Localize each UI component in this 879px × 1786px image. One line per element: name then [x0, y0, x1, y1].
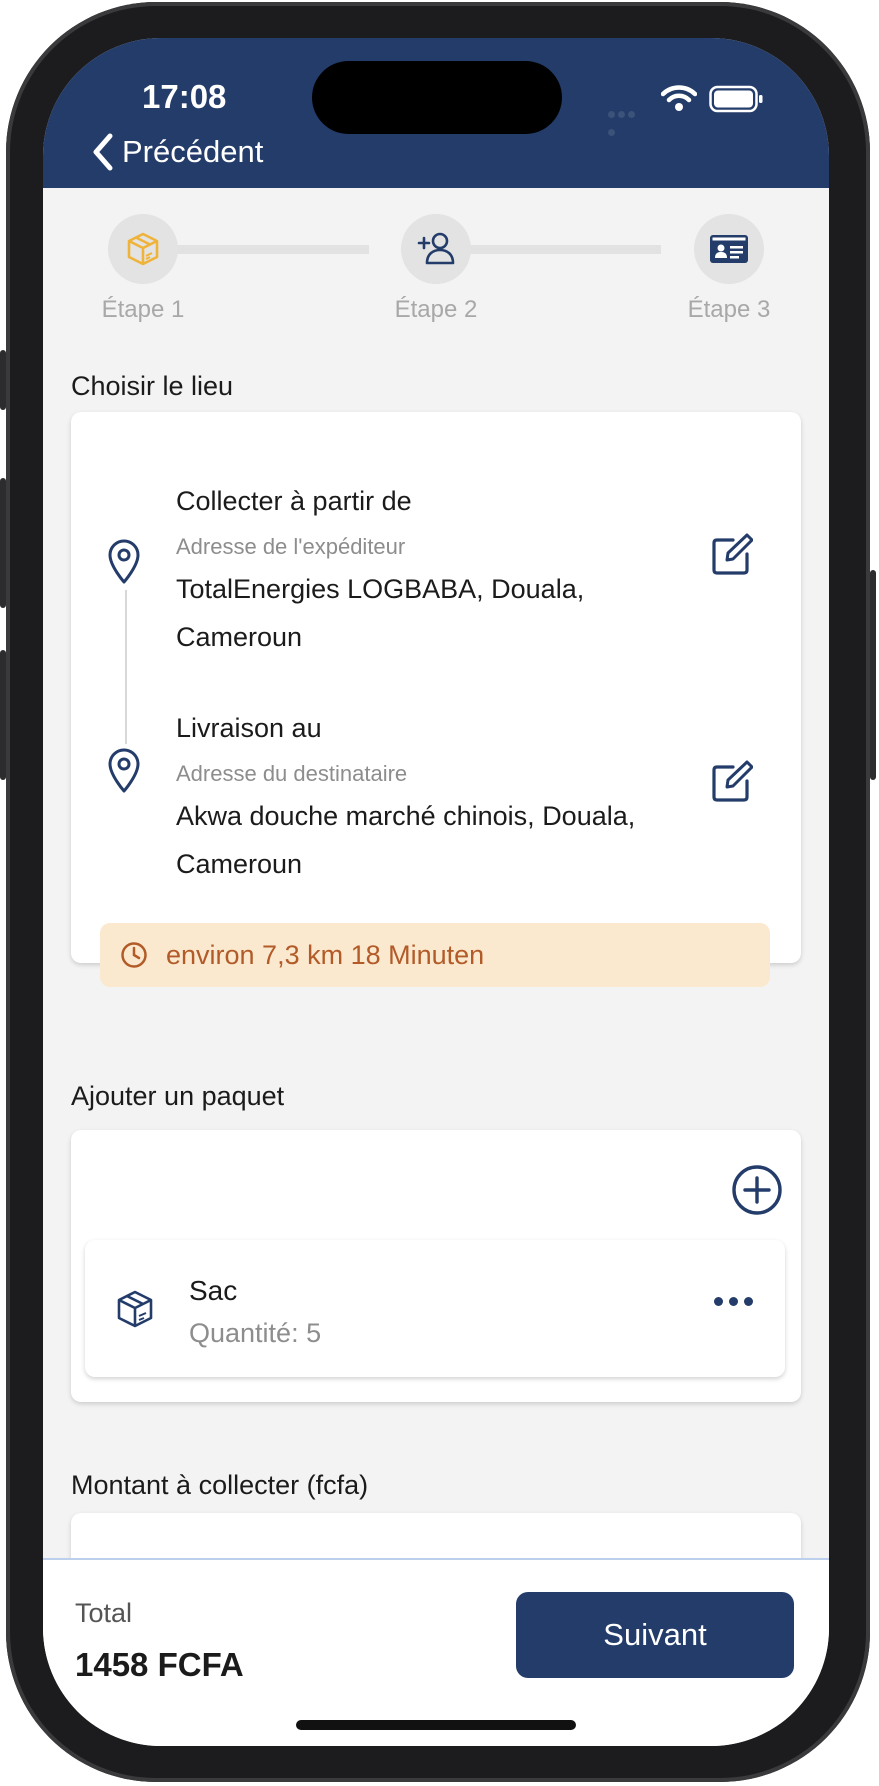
eta-text: environ 7,3 km 18 Minuten: [166, 939, 485, 970]
home-indicator: [296, 1720, 576, 1730]
pickup-subtitle: Adresse de l'expéditeur: [176, 534, 406, 559]
pickup-address: TotalEnergies LOGBABA, Douala, Cameroun: [176, 574, 585, 652]
back-label: Précédent: [122, 134, 264, 169]
dynamic-island: [312, 61, 562, 134]
location-card: Collecter à partir de Adresse de l'expéd…: [71, 412, 801, 987]
step-3-indicator[interactable]: [694, 214, 764, 284]
delivery-pin-icon: [108, 748, 140, 793]
battery-icon: [709, 85, 763, 113]
package-list-item[interactable]: Sac Quantité: 5: [85, 1240, 785, 1377]
back-button[interactable]: Précédent: [88, 126, 263, 178]
package-card: Sac Quantité: 5: [71, 1130, 801, 1402]
cellular-signal-icon: [608, 105, 646, 136]
route-connector-line: [125, 590, 127, 744]
total-label: Total: [75, 1598, 133, 1628]
edit-pickup-icon[interactable]: [711, 532, 753, 576]
app-screen: 17:08 Précédent Étape 1 Étape 2 Étape 3 …: [43, 38, 829, 1746]
delivery-title: Livraison au: [176, 713, 322, 743]
stepper-line-1: [153, 245, 369, 254]
step-1-indicator[interactable]: [108, 214, 178, 284]
package-section-title: Ajouter un paquet: [71, 1081, 285, 1111]
bottom-bar: Total 1458 FCFA Suivant: [43, 1558, 829, 1746]
step-2-label: Étape 2: [394, 296, 478, 323]
volume-up-button: [0, 478, 6, 608]
power-button: [870, 570, 876, 780]
pickup-pin-icon: [108, 539, 140, 584]
step-2-indicator[interactable]: [401, 214, 471, 284]
package-quantity: Quantité: 5: [189, 1318, 322, 1348]
location-section-title: Choisir le lieu: [71, 371, 234, 401]
id-card-icon: [710, 235, 748, 263]
delivery-address: Akwa douche marché chinois, Douala, Came…: [176, 801, 636, 879]
volume-down-button: [0, 650, 6, 780]
progress-stepper: Étape 1 Étape 2 Étape 3: [43, 188, 829, 368]
add-package-icon[interactable]: [731, 1164, 783, 1216]
clock-icon: [121, 942, 147, 968]
silent-switch: [0, 350, 6, 410]
next-button[interactable]: Suivant: [516, 1592, 794, 1678]
total-value: 1458 FCFA: [75, 1646, 244, 1683]
edit-delivery-icon[interactable]: [711, 759, 753, 803]
pickup-title: Collecter à partir de: [176, 486, 412, 516]
wifi-icon: [661, 85, 697, 111]
delivery-subtitle: Adresse du destinataire: [176, 761, 408, 786]
more-options-icon[interactable]: [714, 1297, 753, 1306]
package-icon: [117, 1290, 153, 1328]
status-time: 17:08: [142, 78, 227, 115]
amount-section-title: Montant à collecter (fcfa): [71, 1470, 369, 1500]
package-name: Sac: [189, 1275, 238, 1306]
header-bar: 17:08 Précédent: [43, 38, 829, 188]
step-3-label: Étape 3: [687, 296, 771, 323]
step-1-label: Étape 1: [101, 296, 185, 323]
chevron-left-icon: [93, 133, 113, 171]
add-person-icon: [417, 232, 455, 265]
eta-banner: environ 7,3 km 18 Minuten: [100, 923, 770, 987]
package-icon: [127, 232, 159, 266]
